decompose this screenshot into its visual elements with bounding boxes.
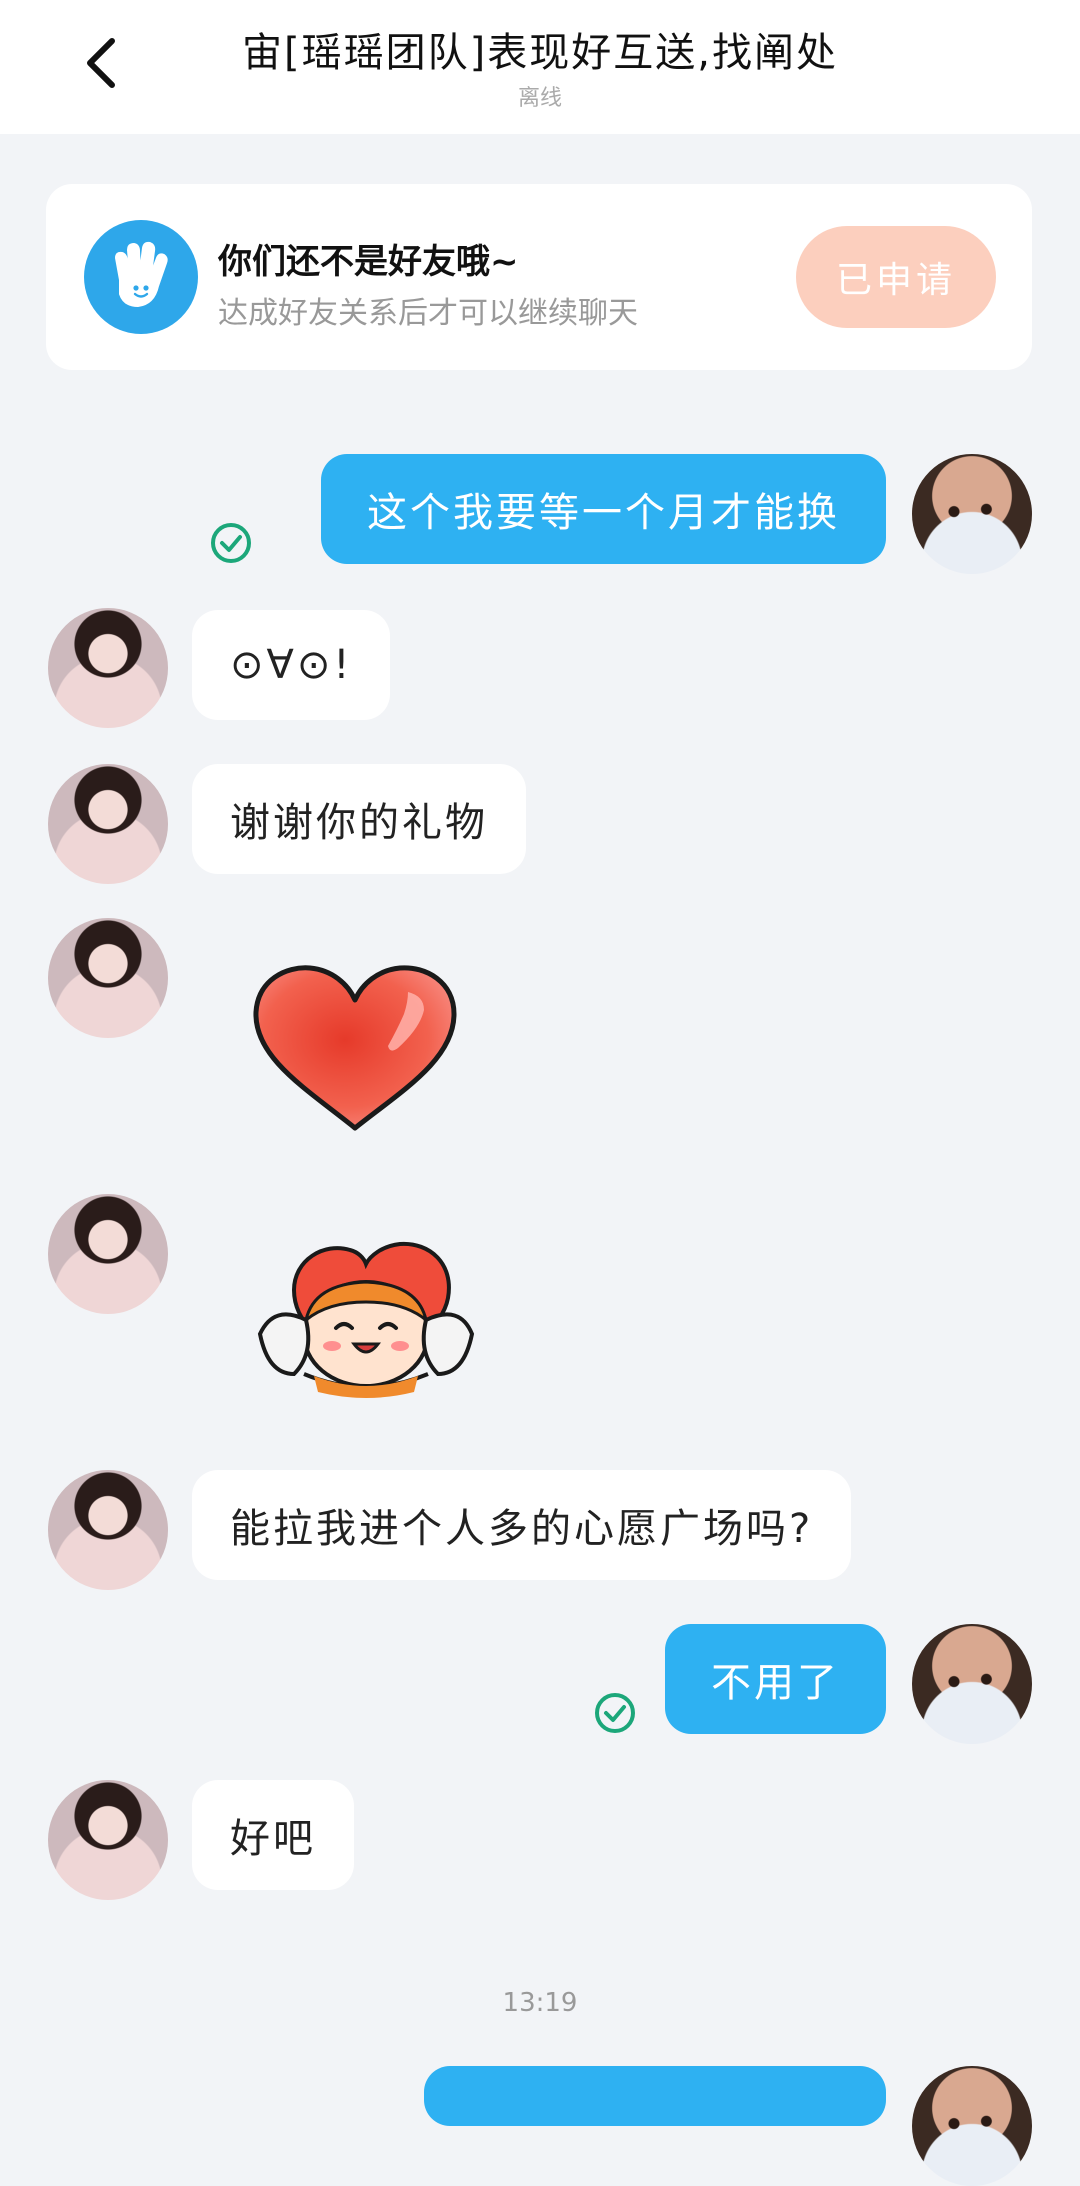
contact-avatar[interactable]	[48, 1194, 168, 1314]
my-avatar[interactable]	[912, 1624, 1032, 1744]
online-status: 离线	[517, 86, 562, 111]
contact-avatar[interactable]	[48, 764, 168, 884]
message-bubble-incoming[interactable]: 好吧	[192, 1780, 354, 1890]
not-friends-banner: 你们还不是好友哦~ 达成好友关系后才可以继续聊天 已申请	[46, 184, 1032, 370]
my-avatar[interactable]	[912, 454, 1032, 574]
cartoon-heart-sticker[interactable]	[254, 1224, 478, 1400]
message-bubble-outgoing[interactable]: 不用了	[665, 1624, 886, 1734]
contact-avatar[interactable]	[48, 1780, 168, 1900]
message-bubble-incoming[interactable]: 谢谢你的礼物	[192, 764, 526, 874]
my-avatar[interactable]	[912, 2066, 1032, 2186]
applied-button[interactable]: 已申请	[796, 226, 996, 328]
banner-title: 你们还不是好友哦~	[218, 242, 519, 282]
message-bubble-incoming[interactable]: 能拉我进个人多的心愿广场吗?	[192, 1470, 852, 1580]
chat-title: 宙[瑶瑶团队]表现好互送,找阐处	[242, 30, 838, 76]
banner-subtitle: 达成好友关系后才可以继续聊天	[218, 296, 638, 331]
delivered-check-icon	[595, 1693, 635, 1733]
contact-avatar[interactable]	[48, 918, 168, 1038]
contact-avatar[interactable]	[48, 608, 168, 728]
delivered-check-icon	[211, 523, 251, 563]
message-bubble-outgoing-partial[interactable]	[424, 2066, 886, 2126]
message-timestamp: 13:19	[502, 1988, 578, 2018]
message-bubble-outgoing[interactable]: 这个我要等一个月才能换	[321, 454, 886, 564]
message-bubble-incoming[interactable]: ⊙∀⊙!	[192, 610, 391, 720]
chat-header: 宙[瑶瑶团队]表现好互送,找阐处 离线	[0, 0, 1080, 134]
heart-sticker[interactable]	[248, 962, 462, 1136]
contact-avatar[interactable]	[48, 1470, 168, 1590]
hand-icon	[84, 220, 198, 334]
